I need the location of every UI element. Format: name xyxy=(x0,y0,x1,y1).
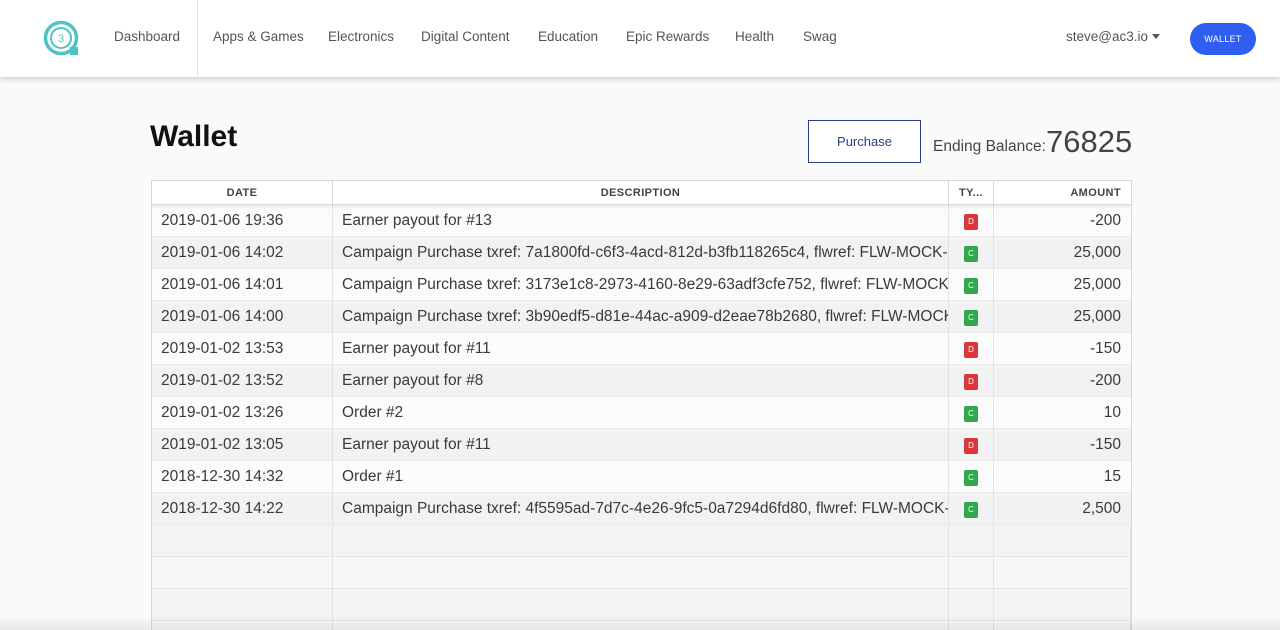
nav-dashboard[interactable]: Dashboard xyxy=(114,29,180,44)
cell-date: 2019-01-02 13:52 xyxy=(152,365,333,396)
cell-type: C xyxy=(949,397,994,428)
caret-down-icon xyxy=(1152,34,1160,39)
cell-type: D xyxy=(949,205,994,236)
empty-cell xyxy=(949,557,994,588)
cell-type: D xyxy=(949,429,994,460)
cell-description: Campaign Purchase txref: 4f5595ad-7d7c-4… xyxy=(333,493,949,524)
cell-description: Campaign Purchase txref: 3173e1c8-2973-4… xyxy=(333,269,949,300)
nav-health[interactable]: Health xyxy=(735,29,774,44)
cell-date: 2019-01-02 13:53 xyxy=(152,333,333,364)
cell-amount: 10 xyxy=(1103,404,1121,421)
empty-table-row xyxy=(152,557,1131,589)
table-body: 2019-01-06 19:36 Earner payout for #13 D -2… xyxy=(152,205,1131,630)
cell-description: Order #1 xyxy=(333,461,949,492)
cell-description: Earner payout for #8 xyxy=(333,365,949,396)
type-badge: C xyxy=(964,502,978,518)
cell-type: C xyxy=(949,493,994,524)
empty-cell xyxy=(949,525,994,556)
cell-type: C xyxy=(949,301,994,332)
cell-description: Campaign Purchase txref: 7a1800fd-c6f3-4… xyxy=(333,237,949,268)
table-row[interactable]: 2019-01-02 13:26 Order #2 C 10 xyxy=(152,397,1131,429)
table-row[interactable]: 2018-12-30 14:32 Order #1 C 15 xyxy=(152,461,1131,493)
table-row[interactable]: 2019-01-06 19:36 Earner payout for #13 D -2… xyxy=(152,205,1131,237)
cell-date: 2019-01-06 14:01 xyxy=(152,269,333,300)
type-badge: C xyxy=(964,246,978,262)
user-email: steve@ac3.io xyxy=(1066,29,1148,44)
cell-amount: 25,000 xyxy=(1073,244,1121,261)
type-badge: D xyxy=(964,342,978,358)
empty-cell xyxy=(152,557,333,588)
cell-date: 2019-01-06 19:36 xyxy=(152,205,333,236)
table-row[interactable]: 2019-01-06 14:01 Campaign Purchase txref:… xyxy=(152,269,1131,301)
table-row[interactable]: 2019-01-02 13:53 Earner payout for #11 D -1… xyxy=(152,333,1131,365)
nav-swag[interactable]: Swag xyxy=(803,29,837,44)
type-badge: D xyxy=(964,374,978,390)
empty-table-row xyxy=(152,525,1131,557)
nav-divider xyxy=(197,0,198,77)
cell-amount: 15 xyxy=(1103,468,1121,485)
purchase-button[interactable]: Purchase xyxy=(808,120,921,163)
type-badge: C xyxy=(964,278,978,294)
type-badge: C xyxy=(964,406,978,422)
ending-balance-value: 76825 xyxy=(1046,124,1133,159)
table-row[interactable]: 2019-01-02 13:52 Earner payout for #8 D -20… xyxy=(152,365,1131,397)
ending-balance-label: Ending Balance: xyxy=(933,138,1046,155)
user-menu[interactable]: steve@ac3.io xyxy=(1066,29,1160,44)
cell-description: Order #2 xyxy=(333,397,949,428)
cell-description: Earner payout for #11 xyxy=(333,333,949,364)
cell-date: 2019-01-02 13:26 xyxy=(152,397,333,428)
type-badge: C xyxy=(964,310,978,326)
cell-date: 2019-01-06 14:00 xyxy=(152,301,333,332)
cell-amount: -150 xyxy=(1089,340,1121,357)
table-row[interactable]: 2019-01-06 14:00 Campaign Purchase txref:… xyxy=(152,301,1131,333)
table-row[interactable]: 2018-12-30 14:22 Campaign Purchase txref:… xyxy=(152,493,1131,525)
top-navbar: 3 Dashboard Apps & Games Electronics Dig… xyxy=(0,0,1280,77)
bottom-shadow xyxy=(0,616,1280,630)
cell-amount: 25,000 xyxy=(1073,276,1121,293)
nav-digital-content[interactable]: Digital Content xyxy=(421,29,510,44)
nav-apps-games[interactable]: Apps & Games xyxy=(213,29,304,44)
cell-description: Campaign Purchase txref: 3b90edf5-d81e-4… xyxy=(333,301,949,332)
cell-amount: 25,000 xyxy=(1073,308,1121,325)
svg-text:3: 3 xyxy=(58,33,64,45)
cell-date: 2019-01-06 14:02 xyxy=(152,237,333,268)
table-header: DATE DESCRIPTION TY... AMOUNT xyxy=(152,181,1131,205)
nav-education[interactable]: Education xyxy=(538,29,598,44)
cell-amount: -200 xyxy=(1089,212,1121,229)
type-badge: D xyxy=(964,438,978,454)
cell-amount: -150 xyxy=(1089,436,1121,453)
empty-cell xyxy=(333,525,949,556)
column-header-type[interactable]: TY... xyxy=(949,181,994,204)
type-badge: D xyxy=(964,214,978,230)
cell-description: Earner payout for #13 xyxy=(333,205,949,236)
cell-type: C xyxy=(949,461,994,492)
column-header-description[interactable]: DESCRIPTION xyxy=(333,181,949,204)
empty-cell xyxy=(994,557,1131,588)
type-badge: C xyxy=(964,470,978,486)
empty-cell xyxy=(152,525,333,556)
cell-date: 2018-12-30 14:32 xyxy=(152,461,333,492)
cell-type: D xyxy=(949,333,994,364)
empty-cell xyxy=(994,525,1131,556)
cell-date: 2019-01-02 13:05 xyxy=(152,429,333,460)
page-title: Wallet xyxy=(150,120,238,153)
empty-cell xyxy=(333,557,949,588)
cell-date: 2018-12-30 14:22 xyxy=(152,493,333,524)
wallet-button[interactable]: WALLET xyxy=(1190,23,1256,55)
cell-description: Earner payout for #11 xyxy=(333,429,949,460)
transactions-table: DATE DESCRIPTION TY... AMOUNT 2019-01-06… xyxy=(151,180,1132,630)
nav-electronics[interactable]: Electronics xyxy=(328,29,394,44)
table-row[interactable]: 2019-01-06 14:02 Campaign Purchase txref:… xyxy=(152,237,1131,269)
cell-type: C xyxy=(949,237,994,268)
column-header-date[interactable]: DATE xyxy=(152,181,333,204)
cell-type: D xyxy=(949,365,994,396)
nav-epic-rewards[interactable]: Epic Rewards xyxy=(626,29,709,44)
cell-type: C xyxy=(949,269,994,300)
column-header-amount[interactable]: AMOUNT xyxy=(994,181,1131,204)
table-row[interactable]: 2019-01-02 13:05 Earner payout for #11 D -1… xyxy=(152,429,1131,461)
cell-amount: -200 xyxy=(1089,372,1121,389)
ac3-logo-icon[interactable]: 3 xyxy=(43,20,80,57)
cell-amount: 2,500 xyxy=(1082,500,1121,517)
